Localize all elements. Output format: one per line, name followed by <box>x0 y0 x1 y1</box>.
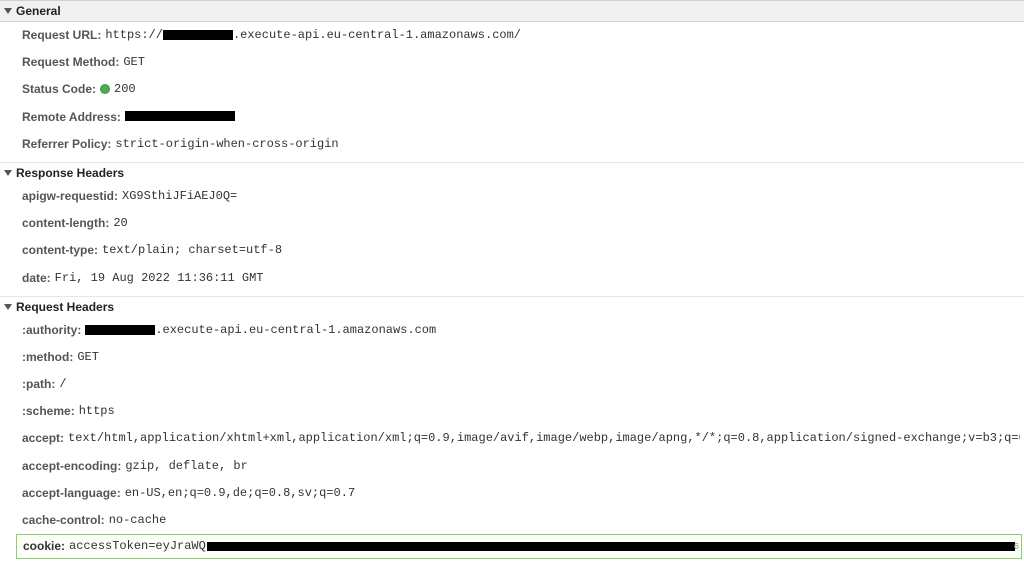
row-request-url: Request URL: https:// .execute-api.eu-cen… <box>0 22 1024 49</box>
value: Fri, 19 Aug 2022 11:36:11 GMT <box>55 269 264 288</box>
label: cookie: <box>23 537 65 556</box>
value: XG9SthiJFiAEJ0Q= <box>122 187 237 206</box>
row-date: date: Fri, 19 Aug 2022 11:36:11 GMT <box>0 265 1024 292</box>
chevron-down-icon <box>4 304 12 310</box>
row-apigw-requestid: apigw-requestid: XG9SthiJFiAEJ0Q= <box>0 183 1024 210</box>
row-scheme: :scheme: https <box>0 398 1024 425</box>
row-accept-encoding: accept-encoding: gzip, deflate, br <box>0 453 1024 480</box>
value: accessToken=eyJraWQ <box>69 537 1015 556</box>
section-title: Response Headers <box>16 166 124 180</box>
section-title: Request Headers <box>16 300 114 314</box>
label: :path: <box>22 375 55 394</box>
value: en-US,en;q=0.9,de;q=0.8,sv;q=0.7 <box>125 484 355 503</box>
label: accept-encoding: <box>22 457 121 476</box>
label: :method: <box>22 348 73 367</box>
authority-suffix: .execute-api.eu-central-1.amazonaws.com <box>155 323 436 337</box>
label: date: <box>22 269 51 288</box>
row-authority: :authority: .execute-api.eu-central-1.am… <box>0 317 1024 344</box>
status-dot-icon <box>100 84 110 94</box>
value: 20 <box>113 214 127 233</box>
status-code-text: 200 <box>114 82 136 96</box>
label: content-length: <box>22 214 109 233</box>
row-accept: accept: text/html,application/xhtml+xml,… <box>0 425 1024 452</box>
row-referrer-policy: Referrer Policy: strict-origin-when-cros… <box>0 131 1024 158</box>
url-suffix: .execute-api.eu-central-1.amazonaws.com/ <box>233 28 521 42</box>
section-header-response-headers[interactable]: Response Headers <box>0 162 1024 183</box>
section-body-response-headers: apigw-requestid: XG9SthiJFiAEJ0Q= conten… <box>0 183 1024 296</box>
value: https <box>79 402 115 421</box>
cookie-prefix: accessToken=eyJraWQ <box>69 537 206 556</box>
value: .execute-api.eu-central-1.amazonaws.com <box>85 321 436 340</box>
value: text/html,application/xhtml+xml,applicat… <box>68 429 1020 448</box>
url-prefix: https:// <box>105 28 163 42</box>
redacted-text <box>163 30 233 40</box>
section-body-request-headers: :authority: .execute-api.eu-central-1.am… <box>0 317 1024 565</box>
label: Remote Address: <box>22 108 121 127</box>
redacted-text <box>85 325 155 335</box>
label: content-type: <box>22 241 98 260</box>
label: :authority: <box>22 321 81 340</box>
label: Request Method: <box>22 53 119 72</box>
row-method: :method: GET <box>0 344 1024 371</box>
chevron-down-icon <box>4 170 12 176</box>
section-header-general[interactable]: General <box>0 0 1024 22</box>
value: 200 <box>100 80 136 99</box>
row-request-method: Request Method: GET <box>0 49 1024 76</box>
label: Status Code: <box>22 80 96 99</box>
label: cache-control: <box>22 511 105 530</box>
row-path: :path: / <box>0 371 1024 398</box>
value: GET <box>77 348 99 367</box>
value: strict-origin-when-cross-origin <box>115 135 338 154</box>
redacted-text <box>207 542 1015 551</box>
value: no-cache <box>109 511 167 530</box>
label: apigw-requestid: <box>22 187 118 206</box>
section-title: General <box>16 4 61 18</box>
value: text/plain; charset=utf-8 <box>102 241 282 260</box>
label: accept-language: <box>22 484 121 503</box>
value: GET <box>123 53 145 72</box>
value: gzip, deflate, br <box>125 457 247 476</box>
label: Request URL: <box>22 26 101 45</box>
row-remote-address: Remote Address: <box>0 104 1024 131</box>
corner-marker: 6 <box>1014 540 1019 554</box>
row-content-type: content-type: text/plain; charset=utf-8 <box>0 237 1024 264</box>
label: :scheme: <box>22 402 75 421</box>
value <box>125 108 235 127</box>
value: / <box>59 375 66 394</box>
section-header-request-headers[interactable]: Request Headers <box>0 296 1024 317</box>
row-cookie: cookie: accessToken=eyJraWQ 6 <box>16 534 1022 559</box>
row-cache-control: cache-control: no-cache <box>0 507 1024 534</box>
row-content-length: content-length: 20 <box>0 210 1024 237</box>
label: accept: <box>22 429 64 448</box>
row-accept-language: accept-language: en-US,en;q=0.9,de;q=0.8… <box>0 480 1024 507</box>
section-body-general: Request URL: https:// .execute-api.eu-cen… <box>0 22 1024 162</box>
label: Referrer Policy: <box>22 135 111 154</box>
chevron-down-icon <box>4 8 12 14</box>
row-status-code: Status Code: 200 <box>0 76 1024 103</box>
value: https:// .execute-api.eu-central-1.amazon… <box>105 26 521 45</box>
redacted-text <box>125 111 235 121</box>
